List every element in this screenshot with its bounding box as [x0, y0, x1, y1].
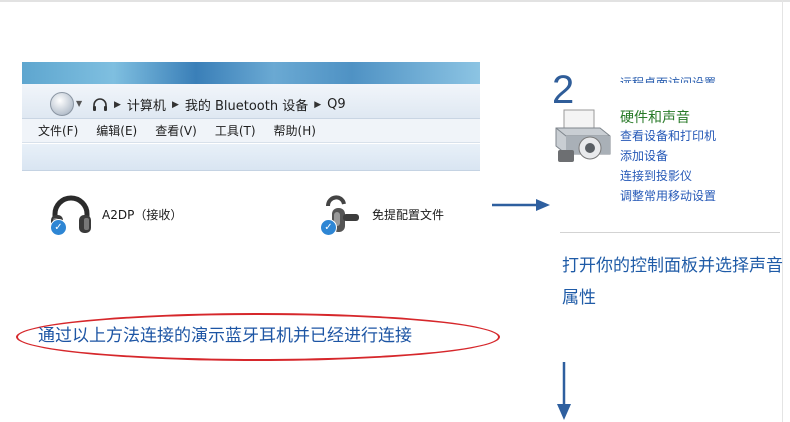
connect-to-projector-link[interactable]: 连接到投影仪	[620, 168, 716, 184]
right-border	[782, 0, 783, 422]
breadcrumb-separator-icon: ▶	[171, 99, 179, 110]
arrow-right-icon	[492, 199, 550, 211]
devices-and-printers-icon	[555, 109, 611, 162]
divider	[560, 232, 780, 233]
breadcrumb-separator-icon: ▶	[314, 99, 322, 110]
breadcrumb: ▶ 计算机 ▶ 我的 Bluetooth 设备 ▶ Q9	[92, 95, 346, 114]
connected-check-icon: ✓	[320, 219, 337, 236]
connected-note: 通过以上方法连接的演示蓝牙耳机并已经进行连接	[38, 326, 412, 346]
arrow-down-icon	[557, 362, 571, 420]
menu-bar: 文件(F) 编辑(E) 查看(V) 工具(T) 帮助(H)	[22, 119, 480, 143]
breadcrumb-q9[interactable]: Q9	[327, 97, 346, 112]
device-label: 免提配置文件	[372, 207, 445, 222]
device-handsfree[interactable]: ✓ 免提配置文件	[318, 192, 444, 236]
menu-help[interactable]: 帮助(H)	[274, 122, 316, 139]
command-bar	[22, 144, 480, 171]
instruction-text: 打开你的控制面板并选择声音属性	[562, 256, 783, 308]
view-devices-and-printers-link[interactable]: 查看设备和打印机	[620, 128, 716, 144]
connected-check-icon: ✓	[50, 219, 67, 236]
breadcrumb-separator-icon: ▶	[114, 99, 121, 110]
device-label: A2DP（接收）	[102, 207, 183, 222]
menu-edit[interactable]: 编辑(E)	[96, 122, 137, 139]
control-panel-cut-text: 远程桌面访问设置	[620, 76, 717, 83]
address-bar[interactable]: ▼ ▶ 计算机 ▶ 我的 Bluetooth 设备 ▶ Q9	[22, 84, 480, 119]
history-dropdown-icon[interactable]: ▼	[76, 99, 82, 108]
breadcrumb-computer[interactable]: 计算机	[127, 95, 166, 114]
breadcrumb-bluetooth-devices[interactable]: 我的 Bluetooth 设备	[185, 95, 308, 114]
window-titlebar	[22, 62, 480, 84]
menu-view[interactable]: 查看(V)	[155, 122, 197, 139]
add-device-link[interactable]: 添加设备	[620, 148, 716, 164]
back-button[interactable]	[50, 92, 74, 116]
device-a2dp[interactable]: ✓ A2DP（接收）	[48, 192, 182, 236]
headphones-icon: ✓	[48, 192, 94, 236]
menu-tools[interactable]: 工具(T)	[215, 122, 256, 139]
bluetooth-earpiece-icon: ✓	[318, 192, 364, 236]
top-border	[0, 0, 790, 2]
hardware-and-sound-link[interactable]: 硬件和声音	[620, 107, 690, 127]
headphones-small-icon	[93, 97, 107, 111]
step-number-2: 2	[552, 68, 575, 112]
adjust-mobility-settings-link[interactable]: 调整常用移动设置	[620, 188, 716, 204]
menu-file[interactable]: 文件(F)	[38, 122, 78, 139]
control-panel-links: 查看设备和打印机 添加设备 连接到投影仪 调整常用移动设置	[620, 128, 716, 204]
